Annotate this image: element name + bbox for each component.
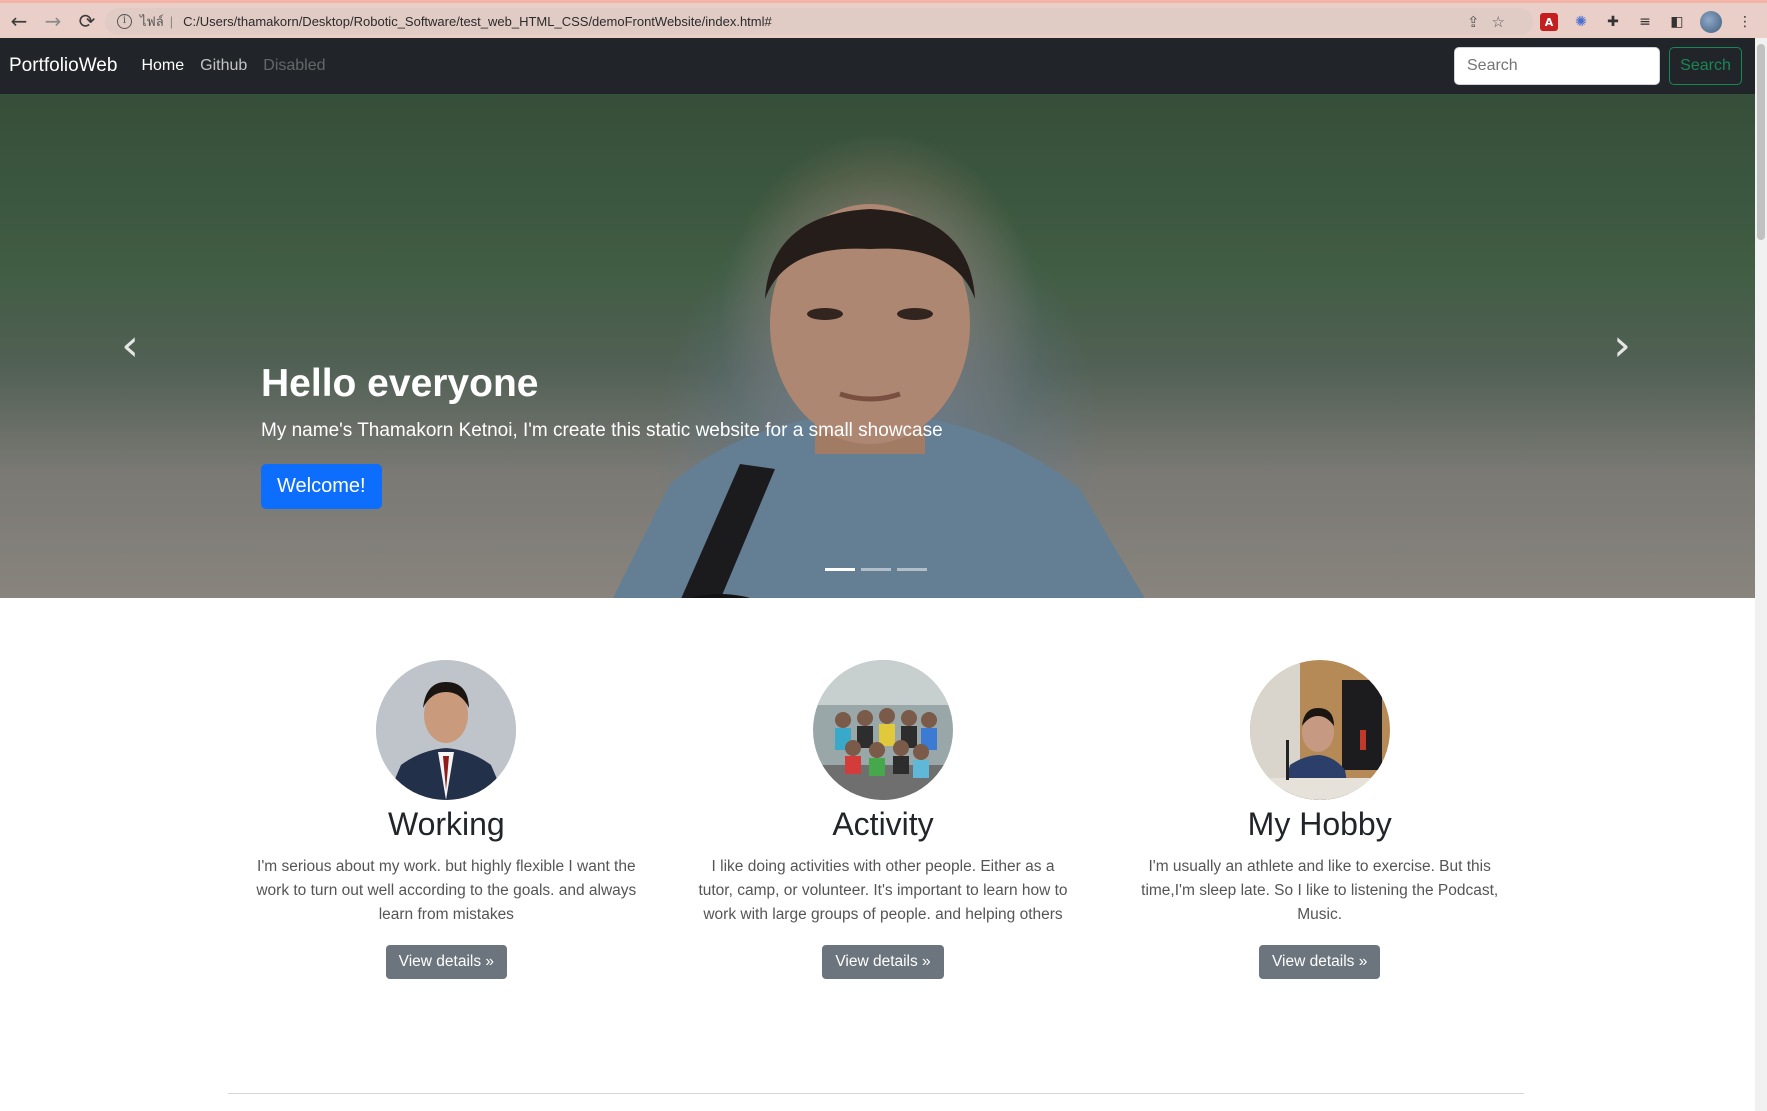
- activity-group-image: [813, 660, 953, 800]
- feature-heading: My Hobby: [1247, 806, 1392, 842]
- feature-text: I like doing activities with other peopl…: [698, 858, 1068, 923]
- welcome-button[interactable]: Welcome!: [261, 464, 382, 509]
- feature-working: Working I'm serious about my work. but h…: [228, 660, 665, 979]
- site-navbar: PortfolioWeb Home Github Disabled Search: [0, 38, 1755, 94]
- page-scrollbar[interactable]: [1755, 38, 1767, 1111]
- extensions-puzzle-icon[interactable]: ✚: [1604, 13, 1622, 31]
- bookmark-star-icon[interactable]: ☆: [1492, 13, 1505, 31]
- search-input[interactable]: [1454, 47, 1660, 85]
- hobby-photo-image: [1249, 660, 1390, 800]
- info-icon[interactable]: i: [117, 14, 132, 29]
- hero-carousel: ‹ › Hello everyone My name's Thamakorn K…: [0, 94, 1755, 598]
- view-details-button[interactable]: View details »: [822, 945, 944, 979]
- url-scheme: ไฟล์: [140, 14, 164, 29]
- hero-title: Hello everyone: [261, 362, 539, 405]
- feature-heading: Working: [387, 806, 505, 842]
- url-text: C:/Users/thamakorn/Desktop/Robotic_Softw…: [183, 14, 772, 29]
- address-bar[interactable]: i ไฟล์ | C:/Users/thamakorn/Desktop/Robo…: [105, 8, 1533, 35]
- nav-links: Home Github Disabled: [141, 57, 325, 75]
- nav-link-github[interactable]: Github: [200, 57, 247, 75]
- feature-hobby: My Hobby I'm usually an athlete and like…: [1101, 660, 1538, 979]
- view-details-button[interactable]: View details »: [385, 945, 508, 979]
- features-row: Working I'm serious about my work. but h…: [228, 660, 1538, 979]
- feature-text: I'm serious about my work. but highly fl…: [256, 858, 637, 923]
- menu-kebab-icon[interactable]: ⋮: [1736, 13, 1754, 31]
- forward-arrow-icon[interactable]: →: [38, 6, 68, 36]
- url-separator: |: [169, 14, 174, 29]
- carousel-indicators: [825, 568, 927, 571]
- hero-overlay: [0, 94, 1755, 598]
- back-arrow-icon[interactable]: ←: [4, 6, 34, 36]
- working-portrait-image: [376, 660, 517, 800]
- translate-extension-icon[interactable]: ✺: [1572, 13, 1590, 31]
- carousel-caption: Hello everyone My name's Thamakorn Ketno…: [261, 362, 943, 509]
- carousel-next-icon[interactable]: ›: [1602, 324, 1642, 368]
- search-button[interactable]: Search: [1669, 47, 1742, 85]
- browser-toolbar: ← → ⟳ i ไฟล์ | C:/Users/thamakorn/Deskto…: [0, 0, 1767, 38]
- profile-avatar[interactable]: [1700, 11, 1722, 33]
- feature-text: I'm usually an athlete and like to exerc…: [1141, 858, 1499, 923]
- navbar-brand[interactable]: PortfolioWeb: [9, 55, 117, 77]
- feature-heading: Activity: [832, 806, 934, 842]
- reading-list-icon[interactable]: ≡: [1636, 13, 1654, 31]
- pdf-extension-icon[interactable]: A: [1540, 13, 1558, 31]
- reload-icon[interactable]: ⟳: [72, 6, 102, 36]
- carousel-indicator-2[interactable]: [861, 568, 891, 571]
- featurette-divider: [228, 1093, 1524, 1094]
- carousel-prev-icon[interactable]: ‹: [110, 324, 150, 368]
- view-details-button[interactable]: View details »: [1259, 945, 1381, 979]
- side-panel-icon[interactable]: ◧: [1668, 13, 1686, 31]
- share-icon[interactable]: ⇪: [1467, 13, 1480, 31]
- nav-link-disabled: Disabled: [263, 57, 326, 74]
- nav-link-home[interactable]: Home: [141, 57, 184, 75]
- scrollbar-thumb[interactable]: [1757, 44, 1765, 240]
- carousel-indicator-1[interactable]: [825, 568, 855, 571]
- feature-activity: Activity I like doing activities with ot…: [665, 660, 1102, 979]
- carousel-indicator-3[interactable]: [897, 568, 927, 571]
- hero-subtitle: My name's Thamakorn Ketnoi, I'm create t…: [261, 420, 943, 441]
